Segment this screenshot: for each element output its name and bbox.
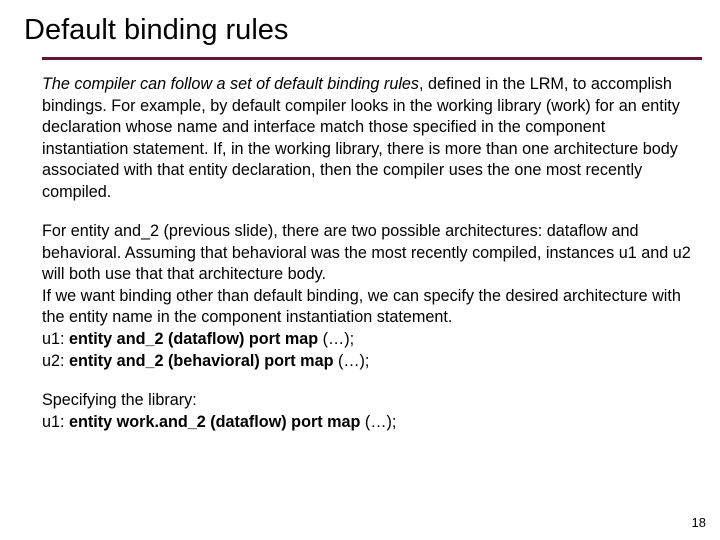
title-underline [42, 57, 702, 60]
para1-rest: , defined in the LRM, to accomplish bind… [42, 75, 680, 201]
page-number: 18 [692, 515, 706, 530]
para2-line1: For entity and_2 (previous slide), there… [42, 221, 696, 286]
para3-line1: Specifying the library: [42, 390, 696, 412]
para2-line2: If we want binding other than default bi… [42, 286, 696, 329]
u1-bold: entity and_2 (dataflow) port map [69, 330, 318, 348]
paragraph-2: For entity and_2 (previous slide), there… [42, 221, 696, 372]
u1-suffix: (…); [318, 330, 354, 348]
para2-u1: u1: entity and_2 (dataflow) port map (…)… [42, 329, 696, 351]
u2-suffix: (…); [333, 352, 369, 370]
p3-u1-prefix: u1: [42, 413, 69, 431]
u2-bold: entity and_2 (behavioral) port map [69, 352, 333, 370]
paragraph-3: Specifying the library: u1: entity work.… [42, 390, 696, 433]
slide-body: The compiler can follow a set of default… [24, 74, 700, 433]
para3-u1: u1: entity work.and_2 (dataflow) port ma… [42, 412, 696, 434]
u2-prefix: u2: [42, 352, 69, 370]
paragraph-1: The compiler can follow a set of default… [42, 74, 696, 203]
para2-u2: u2: entity and_2 (behavioral) port map (… [42, 351, 696, 373]
p3-u1-bold: entity work.and_2 (dataflow) port map [69, 413, 360, 431]
slide-title: Default binding rules [24, 14, 700, 47]
para1-lead: The compiler can follow a set of default… [42, 75, 419, 93]
p3-u1-suffix: (…); [360, 413, 396, 431]
u1-prefix: u1: [42, 330, 69, 348]
